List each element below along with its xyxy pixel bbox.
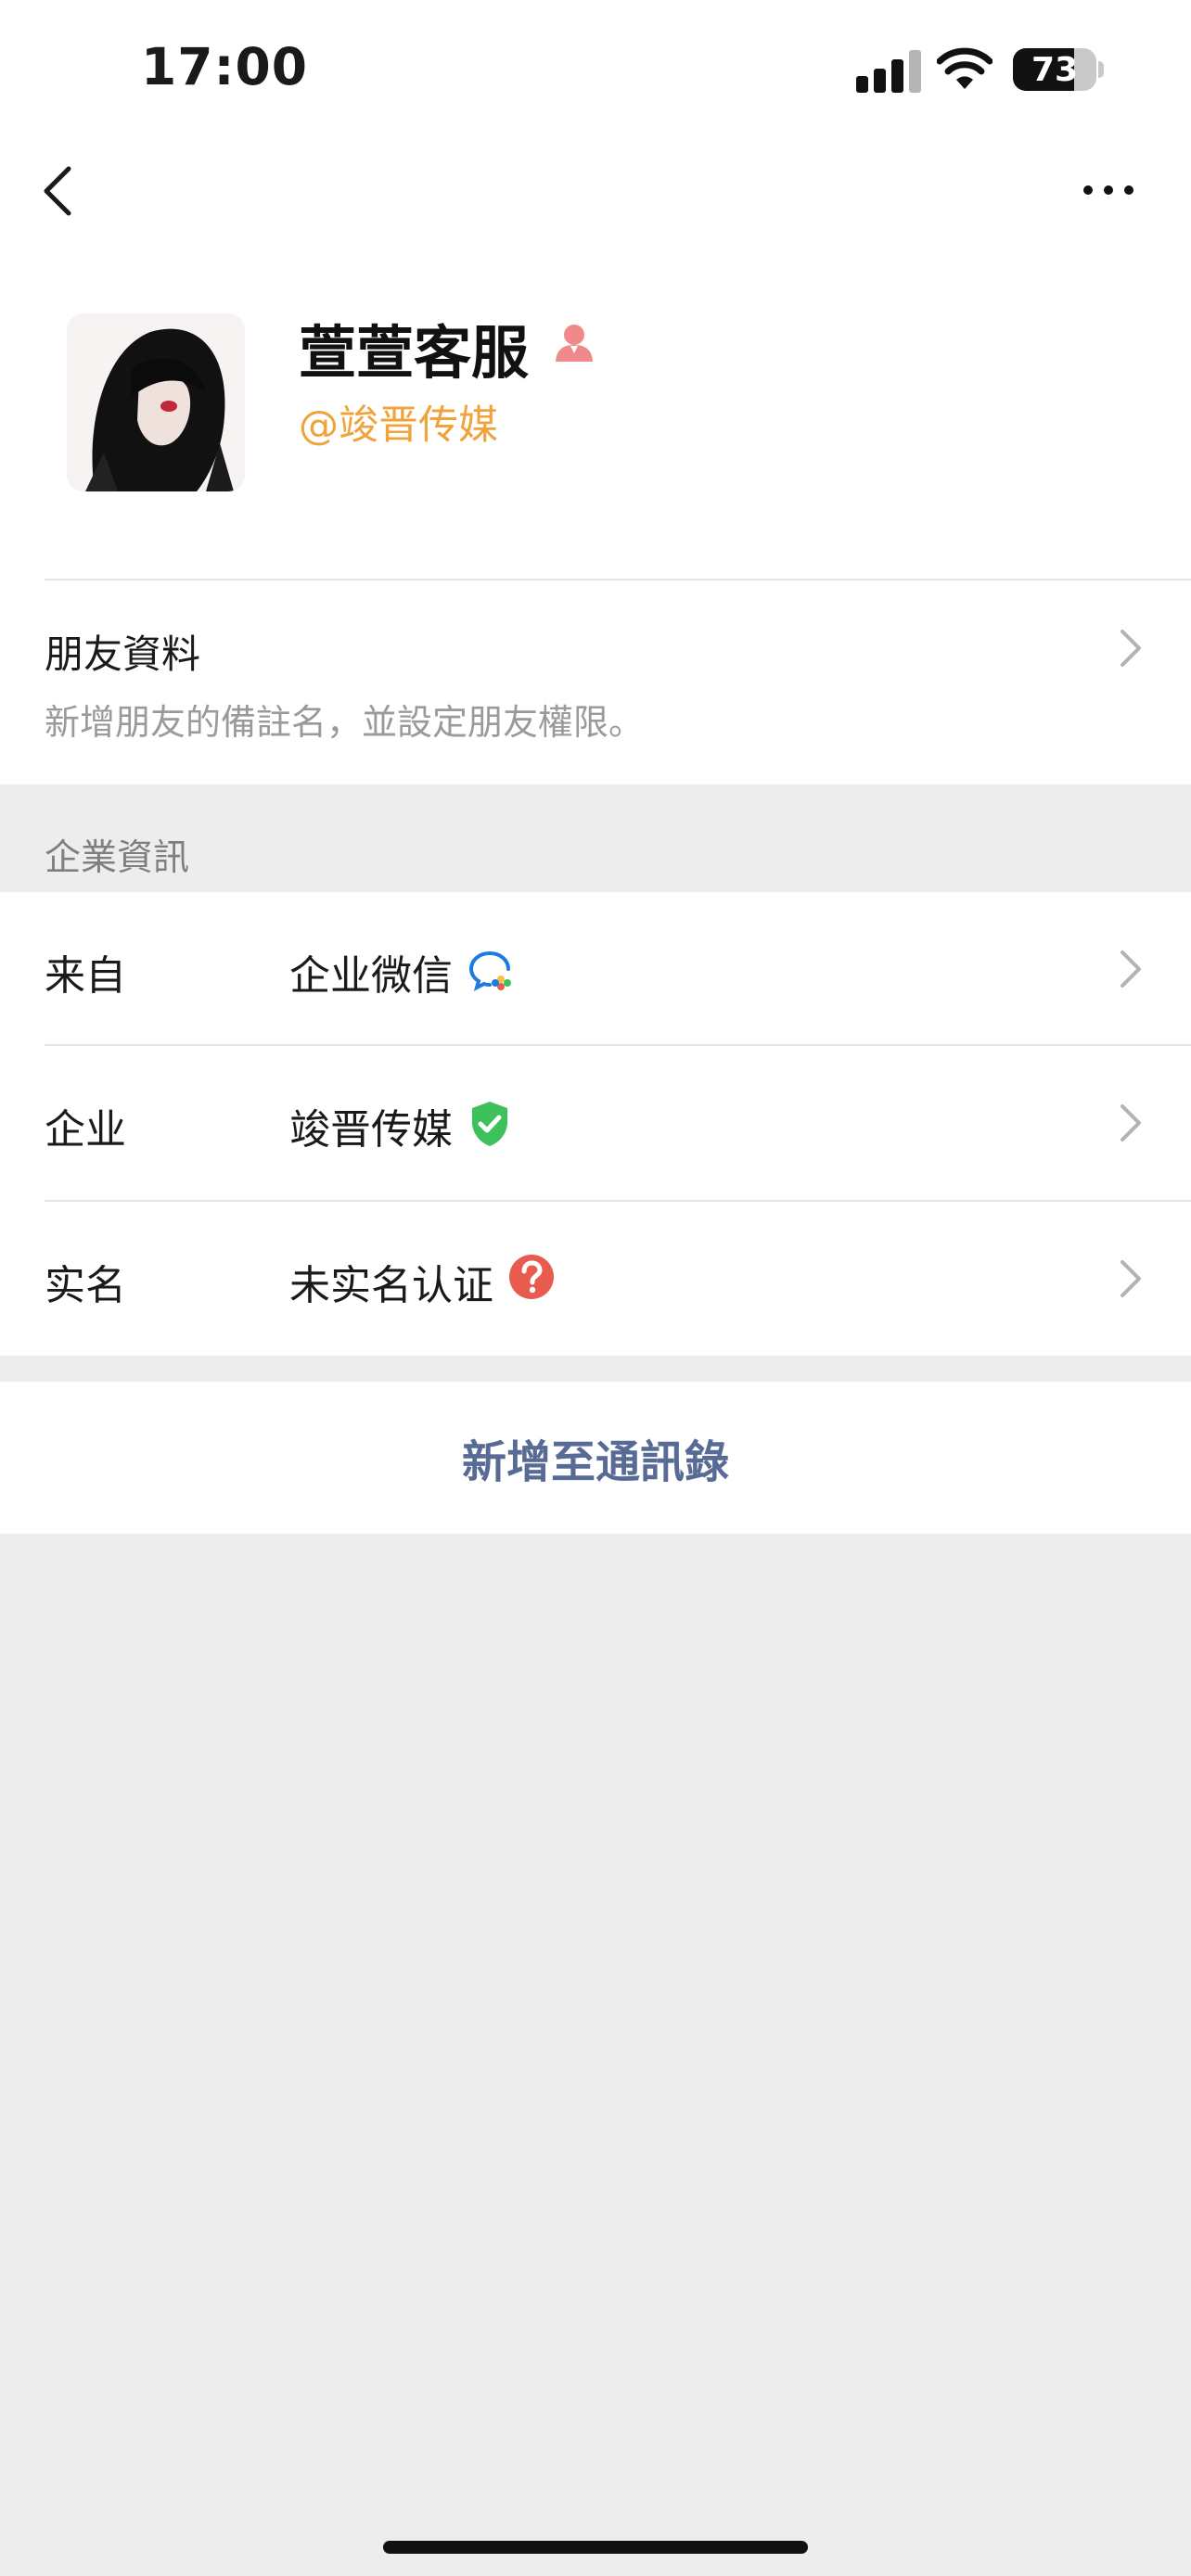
wifi-icon <box>937 47 992 89</box>
chevron-right-icon <box>1121 1260 1141 1297</box>
friend-info-subtitle: 新增朋友的備註名，並設定朋友權限。 <box>45 702 645 743</box>
row-company[interactable]: 企业 竣晋传媒 <box>0 1046 1191 1200</box>
profile-card: 17:00 73 萱萱客服 @竣晋传媒 朋友資料 新增朋友的備註名，並設定朋友權… <box>0 0 1191 784</box>
profile-company-tag: @竣晋传媒 <box>299 402 498 449</box>
row-value: 竣晋传媒 <box>289 1106 453 1154</box>
row-label: 来自 <box>45 952 126 1000</box>
battery-level: 73 <box>1031 50 1079 89</box>
battery-cap <box>1098 61 1104 78</box>
home-indicator[interactable] <box>383 2541 808 2554</box>
row-value: 企业微信 <box>289 952 453 1000</box>
avatar-image <box>67 313 245 491</box>
row-value: 未实名认证 <box>289 1262 493 1309</box>
more-options-icon[interactable] <box>1083 182 1139 200</box>
wecom-icon <box>468 951 511 991</box>
question-mark-icon <box>509 1255 554 1299</box>
row-label: 实名 <box>45 1262 126 1309</box>
row-real-name[interactable]: 实名 未实名认证 <box>0 1202 1191 1356</box>
back-arrow-icon[interactable] <box>37 163 83 219</box>
friend-info-row[interactable]: 朋友資料 新增朋友的備註名，並設定朋友權限。 <box>0 580 1191 784</box>
profile-name: 萱萱客服 <box>299 319 530 387</box>
friend-info-title: 朋友資料 <box>45 631 201 677</box>
chevron-right-icon <box>1121 630 1141 667</box>
battery-icon: 73 <box>1013 48 1096 91</box>
chevron-right-icon <box>1121 1104 1141 1141</box>
enterprise-info-group: 来自 企业微信 企业 竣晋传媒 实名 未实名认证 <box>0 892 1191 1356</box>
status-time: 17:00 <box>141 37 309 96</box>
avatar[interactable] <box>67 313 245 491</box>
section-title-enterprise: 企業資訊 <box>45 837 190 879</box>
verified-shield-icon <box>472 1102 507 1146</box>
add-to-contacts-button[interactable]: 新增至通訊錄 <box>0 1382 1191 1534</box>
add-to-contacts-container: 新增至通訊錄 <box>0 1382 1191 1534</box>
enterprise-member-icon <box>556 325 593 362</box>
chevron-right-icon <box>1121 950 1141 988</box>
row-label: 企业 <box>45 1106 126 1154</box>
row-from[interactable]: 来自 企业微信 <box>0 892 1191 1046</box>
cellular-signal-icon <box>856 48 921 93</box>
